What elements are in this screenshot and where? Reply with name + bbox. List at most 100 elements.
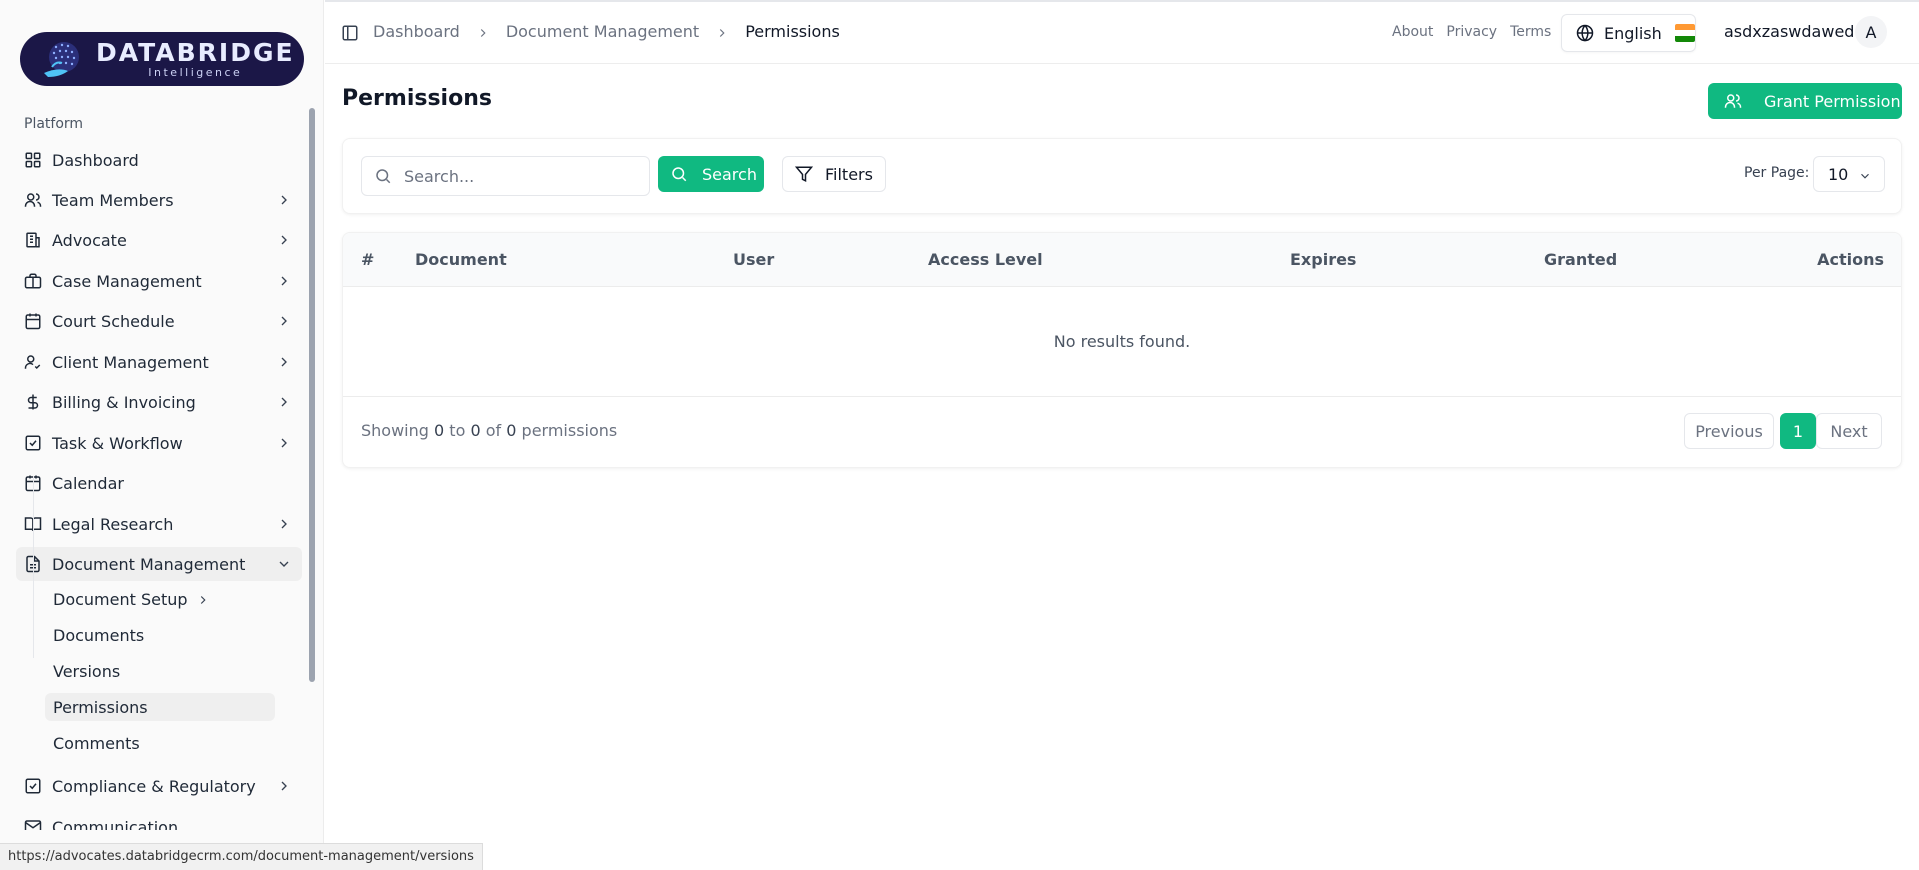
filters-button-label: Filters xyxy=(825,164,873,184)
search-input[interactable] xyxy=(404,166,644,186)
section-label-platform: Platform xyxy=(24,116,84,132)
chevron-right-icon xyxy=(715,25,729,39)
column-header-granted: Granted xyxy=(1544,250,1618,269)
subitem-label: Versions xyxy=(53,661,121,681)
sidebar-item-billing-invoicing[interactable]: Billing & Invoicing xyxy=(16,385,302,419)
sidebar-item-task-workflow[interactable]: Task & Workflow xyxy=(16,426,302,460)
logo-name: DATABRIDGE xyxy=(96,37,295,67)
subitem-permissions[interactable]: Permissions xyxy=(45,693,275,721)
sidebar-item-advocate[interactable]: Advocate xyxy=(16,223,302,257)
pagination: Previous 1 Next xyxy=(1684,413,1882,449)
chevron-right-icon xyxy=(476,25,490,39)
chevron-right-icon xyxy=(276,192,292,208)
sidebar-item-legal-research[interactable]: Legal Research xyxy=(16,507,302,541)
logo-mark-icon xyxy=(38,37,88,81)
empty-state-text: No results found. xyxy=(1053,332,1191,351)
chevron-right-icon xyxy=(276,232,292,248)
chevron-down-icon xyxy=(1858,168,1872,182)
column-header-document: Document xyxy=(415,250,507,269)
brand-logo[interactable]: DATABRIDGE Intelligence xyxy=(20,32,304,86)
sidebar-item-label: Document Management xyxy=(52,554,246,574)
breadcrumb-dashboard[interactable]: Dashboard xyxy=(373,22,460,41)
sidebar-item-label: Billing & Invoicing xyxy=(52,392,196,412)
summary-from: 0 xyxy=(434,421,445,440)
empty-state: No results found. xyxy=(343,287,1901,397)
chevron-down-icon xyxy=(276,556,292,572)
column-header-access-level: Access Level xyxy=(928,250,1043,269)
sidebar-item-label: Case Management xyxy=(52,271,202,291)
column-header-expires: Expires xyxy=(1290,250,1357,269)
sidebar-scrollbar[interactable] xyxy=(309,108,315,682)
privacy-link[interactable]: Privacy xyxy=(1446,24,1497,40)
dollar-icon xyxy=(24,393,42,411)
filter-bar: Search Filters Per Page: 10 xyxy=(342,138,1902,214)
check-square-icon xyxy=(24,777,42,795)
sidebar-item-client-management[interactable]: Client Management xyxy=(16,345,302,379)
grant-permission-button[interactable]: Grant Permission xyxy=(1708,83,1902,119)
sidebar-item-case-management[interactable]: Case Management xyxy=(16,264,302,298)
sidebar-item-label: Task & Workflow xyxy=(52,433,183,453)
per-page-label: Per Page: xyxy=(1744,165,1810,181)
per-page-select[interactable]: 10 xyxy=(1813,156,1885,192)
about-link[interactable]: About xyxy=(1392,24,1433,40)
logo-subtitle: Intelligence xyxy=(148,65,243,79)
user-name[interactable]: asdxzaswdawed xyxy=(1724,22,1854,41)
status-bar-url: https://advocates.databridgecrm.com/docu… xyxy=(0,843,483,870)
breadcrumb-document-management[interactable]: Document Management xyxy=(506,22,699,41)
sidebar-item-label: Communication xyxy=(52,817,179,831)
sidebar-item-label: Client Management xyxy=(52,352,209,372)
chevron-right-icon xyxy=(276,354,292,370)
sidebar-item-communication[interactable]: Communication xyxy=(16,810,302,830)
previous-page-button[interactable]: Previous xyxy=(1684,413,1774,449)
page-1-button[interactable]: 1 xyxy=(1780,413,1816,449)
globe-icon xyxy=(1576,24,1594,42)
briefcase-icon xyxy=(24,272,42,290)
submenu-line xyxy=(33,476,34,658)
sidebar-item-calendar[interactable]: Calendar xyxy=(16,466,302,500)
check-square-icon xyxy=(24,434,42,452)
filters-button[interactable]: Filters xyxy=(782,156,886,192)
summary-prefix: Showing xyxy=(361,421,429,440)
language-selector[interactable]: English xyxy=(1561,14,1696,52)
column-header-actions: Actions xyxy=(1817,250,1884,269)
users-icon xyxy=(24,191,42,209)
sidebar-item-document-management[interactable]: Document Management xyxy=(16,547,302,581)
subitem-document-setup[interactable]: Document Setup xyxy=(45,585,275,613)
summary-of-word: of xyxy=(485,421,502,440)
breadcrumb-permissions: Permissions xyxy=(745,22,840,41)
terms-link[interactable]: Terms xyxy=(1510,24,1551,40)
search-icon xyxy=(670,165,688,183)
avatar[interactable]: A xyxy=(1855,16,1887,48)
pagination-summary: Showing 0 to 0 of 0 permissions xyxy=(361,421,617,440)
sidebar: DATABRIDGE Intelligence Platform Dashboa… xyxy=(0,0,324,870)
nav-scroll-area: Platform Dashboard Team Members Advocate… xyxy=(0,104,324,830)
sidebar-item-label: Calendar xyxy=(52,473,124,493)
filter-icon xyxy=(794,165,814,183)
sidebar-item-label: Dashboard xyxy=(52,150,139,170)
users-icon xyxy=(1724,92,1742,110)
subitem-label: Permissions xyxy=(53,697,148,717)
grant-permission-label: Grant Permission xyxy=(1764,91,1901,111)
search-button[interactable]: Search xyxy=(658,156,764,192)
language-label: English xyxy=(1604,23,1662,43)
search-field[interactable] xyxy=(361,156,650,196)
sidebar-item-court-schedule[interactable]: Court Schedule xyxy=(16,304,302,338)
chevron-right-icon xyxy=(276,778,292,794)
sidebar-item-compliance-regulatory[interactable]: Compliance & Regulatory xyxy=(16,769,302,803)
subitem-documents[interactable]: Documents xyxy=(45,621,275,649)
search-button-label: Search xyxy=(702,164,757,184)
subitem-label: Comments xyxy=(53,733,140,753)
sidebar-item-label: Team Members xyxy=(52,190,174,210)
building-icon xyxy=(24,231,42,249)
chevron-right-icon xyxy=(196,592,210,606)
sidebar-toggle-icon[interactable] xyxy=(341,24,359,42)
sidebar-item-label: Court Schedule xyxy=(52,311,175,331)
sidebar-item-team-members[interactable]: Team Members xyxy=(16,183,302,217)
subitem-label: Document Setup xyxy=(53,589,188,609)
chevron-right-icon xyxy=(276,273,292,289)
subitem-comments[interactable]: Comments xyxy=(45,729,275,757)
sidebar-item-dashboard[interactable]: Dashboard xyxy=(16,143,302,177)
next-page-button[interactable]: Next xyxy=(1816,413,1882,449)
subitem-versions[interactable]: Versions xyxy=(45,657,275,685)
sidebar-item-label: Compliance & Regulatory xyxy=(52,776,256,796)
